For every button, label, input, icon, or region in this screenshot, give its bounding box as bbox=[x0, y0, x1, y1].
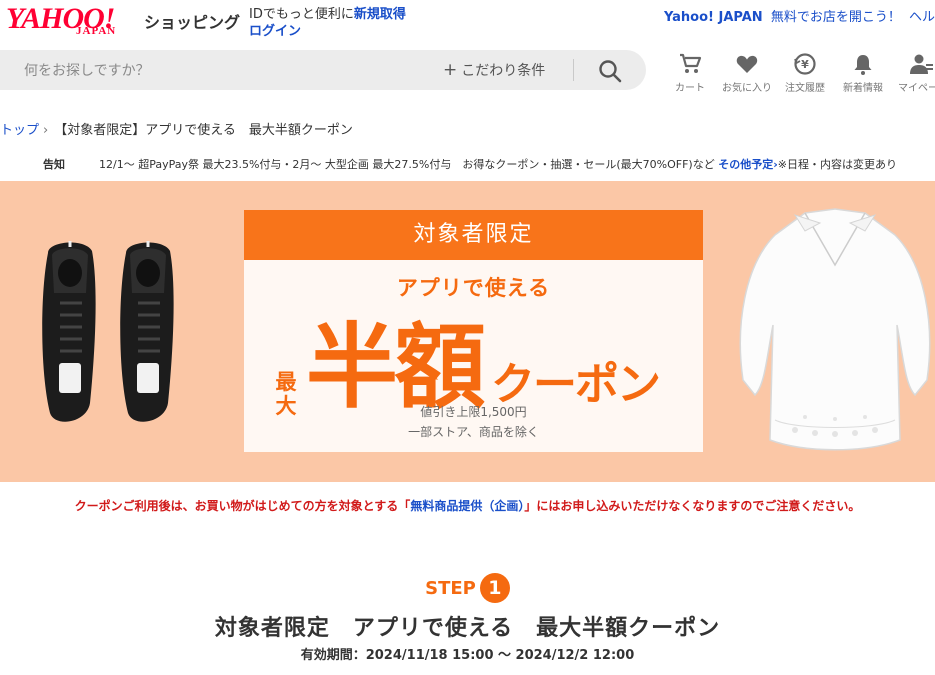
user-icon bbox=[910, 54, 933, 74]
nav-favorites-label: お気に入り bbox=[722, 83, 772, 94]
id-text: IDでもっと便利に bbox=[249, 7, 354, 22]
banner-exclusion-text: 一部ストア、商品を除く bbox=[408, 425, 539, 439]
banner-head: 対象者限定 bbox=[244, 210, 703, 260]
nav-notifications-label: 新着情報 bbox=[843, 83, 883, 94]
breadcrumb: トップ › 【対象者限定】アプリで使える 最大半額クーポン bbox=[0, 119, 353, 138]
kodawari-label: こだわり条件 bbox=[461, 63, 546, 79]
shopping-logo[interactable]: ショッピング bbox=[144, 9, 240, 33]
search-button[interactable] bbox=[597, 58, 623, 84]
search-divider bbox=[573, 59, 574, 81]
notice-more-link[interactable]: その他予定› bbox=[718, 158, 778, 171]
step-header: STEP 1 bbox=[0, 573, 935, 603]
heart-icon bbox=[736, 55, 758, 73]
nav-notifications[interactable]: 新着情報 bbox=[831, 52, 895, 94]
help-link[interactable]: ヘル bbox=[909, 10, 935, 25]
coupon-card[interactable]: 対象者限定 アプリで使える 最大 半額 クーポン 値引き上限1,500円 一部ス… bbox=[244, 210, 703, 452]
notice-suffix: ※日程・内容は変更あり bbox=[777, 158, 897, 171]
step-label: STEP bbox=[425, 577, 476, 599]
register-link[interactable]: 新規取得 bbox=[354, 7, 406, 22]
nav-order-history[interactable]: ¥ 注文履歴 bbox=[773, 52, 837, 94]
cart-icon bbox=[680, 53, 702, 73]
step-number-badge: 1 bbox=[479, 573, 510, 603]
banner-limit-text: 値引き上限1,500円 bbox=[420, 405, 527, 419]
sneakers-image bbox=[42, 241, 174, 422]
notice-bar: 告知 12/1～ 超PayPay祭 最大23.5%付与・2月～ 大型企画 最大27… bbox=[43, 156, 897, 172]
warning-post: 」にはお申し込みいただけなくなりますのでご注意ください。 bbox=[524, 499, 861, 513]
login-prompt: IDでもっと便利に新規取得 ログイン bbox=[249, 6, 406, 40]
yahoo-japan-logo-sub: JAPAN bbox=[76, 25, 117, 37]
banner-app-text: アプリで使える bbox=[396, 276, 551, 300]
order-history-icon: ¥ bbox=[794, 53, 816, 75]
search-bar: +こだわり条件 bbox=[0, 50, 646, 90]
plus-icon: + bbox=[443, 60, 458, 80]
breadcrumb-top-link[interactable]: トップ bbox=[0, 123, 39, 138]
header-links: Yahoo! JAPAN 無料でお店を開こう！ ヘル bbox=[664, 6, 935, 25]
step-title: 対象者限定 アプリで使える 最大半額クーポン bbox=[214, 616, 721, 641]
notice-label: 告知 bbox=[43, 158, 65, 171]
svg-text:¥: ¥ bbox=[801, 58, 809, 71]
yahoo-japan-link[interactable]: Yahoo! JAPAN bbox=[664, 10, 763, 25]
chevron-right-icon: › bbox=[43, 123, 49, 138]
search-input[interactable] bbox=[22, 60, 426, 82]
nav-favorites[interactable]: お気に入り bbox=[715, 52, 779, 94]
warning-pre: クーポンご利用後は、お買い物がはじめての方を対象とする「 bbox=[74, 499, 411, 513]
breadcrumb-current: 【対象者限定】アプリで使える 最大半額クーポン bbox=[54, 123, 353, 138]
free-product-link[interactable]: 無料商品提供（企画） bbox=[410, 499, 524, 513]
search-icon bbox=[599, 60, 622, 83]
nav-mypage-label: マイペー bbox=[898, 83, 935, 94]
kodawari-button[interactable]: + こだわり条件 bbox=[443, 60, 545, 80]
nav-mypage[interactable]: マイペー bbox=[888, 52, 935, 94]
nav-cart[interactable]: カート bbox=[658, 52, 722, 94]
notice-text: 12/1～ 超PayPay祭 最大23.5%付与・2月～ 大型企画 最大27.5… bbox=[99, 158, 715, 171]
open-store-link[interactable]: 無料でお店を開こう！ bbox=[771, 10, 901, 25]
step-validity-period: 有効期間：2024/11/18 15:00 ～ 2024/12/2 12:00 bbox=[300, 648, 635, 663]
coupon-warning: クーポンご利用後は、お買い物がはじめての方を対象とする「無料商品提供（企画）」に… bbox=[0, 497, 935, 514]
nav-cart-label: カート bbox=[675, 83, 705, 94]
bell-icon bbox=[854, 55, 872, 75]
campaign-banner: 対象者限定 アプリで使える 最大 半額 クーポン 値引き上限1,500円 一部ス… bbox=[0, 181, 935, 482]
blouse-image bbox=[739, 208, 931, 451]
login-link[interactable]: ログイン bbox=[249, 24, 301, 39]
nav-order-history-label: 注文履歴 bbox=[785, 83, 825, 94]
